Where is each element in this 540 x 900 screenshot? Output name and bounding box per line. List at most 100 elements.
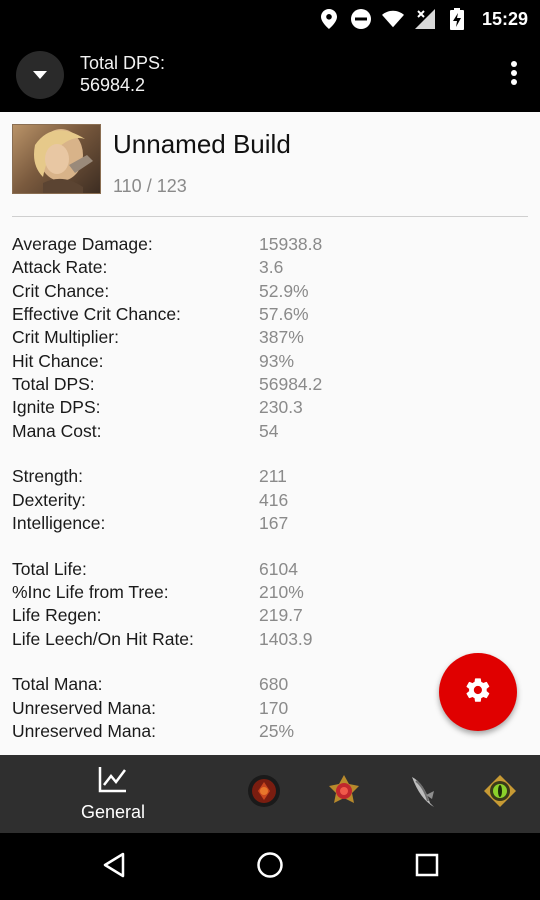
stat-value: 416 bbox=[259, 489, 289, 510]
stat-value: 54 bbox=[259, 420, 279, 441]
stat-row: Crit Multiplier: 387% bbox=[12, 326, 512, 349]
stat-label: Life Leech/On Hit Rate: bbox=[12, 628, 194, 649]
tab-skills[interactable] bbox=[244, 773, 284, 813]
stat-value: 230.3 bbox=[259, 397, 303, 418]
stat-row: %Inc Life from Tree: 210% bbox=[12, 581, 512, 604]
stat-row: Unreserved Mana: 170 bbox=[12, 697, 512, 720]
stat-row: Total DPS: 56984.2 bbox=[12, 373, 512, 396]
divider bbox=[12, 216, 528, 217]
attribute-stats: Strength: 211 Dexterity: 416 Intelligence:… bbox=[12, 465, 512, 535]
app-bar: Total DPS: 56984.2 bbox=[0, 38, 540, 112]
stat-row: Crit Chance: 52.9% bbox=[12, 280, 512, 303]
no-signal-icon bbox=[414, 8, 436, 30]
app-title-label: Total DPS: bbox=[80, 53, 166, 73]
stat-value: 6104 bbox=[259, 558, 298, 579]
stat-label: Dexterity: bbox=[12, 489, 86, 510]
home-button[interactable] bbox=[252, 849, 288, 885]
stat-value: 15938.8 bbox=[259, 234, 323, 255]
battery-charging-icon bbox=[446, 8, 468, 30]
collapse-button[interactable] bbox=[16, 51, 64, 99]
recents-button[interactable] bbox=[409, 849, 445, 885]
wifi-icon bbox=[381, 8, 404, 30]
overflow-menu-button[interactable] bbox=[502, 57, 526, 93]
more-vert-icon bbox=[511, 60, 517, 90]
offense-stats: Average Damage: 15938.8 Attack Rate: 3.6 C… bbox=[12, 233, 512, 443]
status-icons: 15:29 bbox=[318, 0, 528, 38]
bottom-navigation: General bbox=[0, 755, 540, 833]
tab-general[interactable]: General bbox=[72, 765, 154, 825]
status-time: 15:29 bbox=[481, 8, 528, 29]
stat-row: Mana Cost: 54 bbox=[12, 419, 512, 442]
skill-gem-icon bbox=[246, 773, 282, 814]
do-not-disturb-icon bbox=[350, 8, 372, 30]
character-portrait bbox=[12, 124, 101, 194]
tab-jewels[interactable] bbox=[480, 773, 520, 813]
stat-row: Intelligence: 167 bbox=[12, 512, 512, 535]
stat-label: Attack Rate: bbox=[12, 257, 108, 278]
back-triangle-icon bbox=[103, 852, 125, 883]
stat-label: Crit Chance: bbox=[12, 280, 110, 301]
stat-value: 93% bbox=[259, 350, 295, 371]
stat-row: Ignite DPS: 230.3 bbox=[12, 396, 512, 419]
stat-label: %Inc Life from Tree: bbox=[12, 582, 169, 602]
item-gear-icon bbox=[404, 773, 440, 814]
stat-row: Hit Chance: 93% bbox=[12, 349, 512, 372]
stat-row: Unreserved Mana: 25% bbox=[12, 720, 512, 743]
stat-row: Life Regen: 219.7 bbox=[12, 604, 512, 627]
settings-fab[interactable] bbox=[439, 653, 517, 731]
stat-row: Attack Rate: 3.6 bbox=[12, 256, 512, 279]
stat-value: 680 bbox=[259, 674, 289, 695]
life-stats: Total Life: 6104 %Inc Life from Tree: 210%… bbox=[12, 558, 512, 651]
stat-label: Intelligence: bbox=[12, 512, 106, 533]
back-button[interactable] bbox=[96, 849, 132, 885]
stat-value: 56984.2 bbox=[259, 373, 323, 394]
stat-label: Mana Cost: bbox=[12, 420, 102, 441]
stat-row: Total Life: 6104 bbox=[12, 558, 512, 581]
location-icon bbox=[318, 8, 340, 30]
stat-row: Average Damage: 15938.8 bbox=[12, 233, 512, 256]
tab-passives[interactable] bbox=[324, 773, 364, 813]
mana-stats: Total Mana: 680 Unreserved Mana: 170 Unres… bbox=[12, 673, 512, 743]
stat-value: 57.6% bbox=[259, 304, 309, 325]
build-level: 110 / 123 bbox=[113, 176, 187, 196]
stat-label: Strength: bbox=[12, 466, 84, 487]
stat-value: 219.7 bbox=[259, 605, 303, 626]
stat-row: Dexterity: 416 bbox=[12, 488, 512, 511]
stat-value: 167 bbox=[259, 512, 289, 533]
stat-label: Unreserved Mana: bbox=[12, 720, 156, 741]
stat-label: Crit Multiplier: bbox=[12, 327, 119, 348]
stats-list: Average Damage: 15938.8 Attack Rate: 3.6 C… bbox=[12, 233, 512, 743]
stat-value: 210% bbox=[259, 582, 304, 602]
stat-value: 52.9% bbox=[259, 280, 309, 301]
chevron-down-icon bbox=[33, 66, 47, 84]
jewel-icon bbox=[482, 773, 518, 814]
app-title: Total DPS: 56984.2 bbox=[80, 52, 165, 96]
settings-gear-icon bbox=[464, 676, 492, 709]
passive-tree-icon bbox=[326, 773, 362, 814]
status-bar: 15:29 bbox=[0, 0, 540, 38]
tab-general-label: General bbox=[80, 802, 146, 822]
build-name: Unnamed Build bbox=[113, 129, 291, 159]
stat-value: 170 bbox=[259, 697, 289, 718]
recents-square-icon bbox=[415, 853, 439, 882]
stat-label: Average Damage: bbox=[12, 234, 153, 255]
stat-row: Life Leech/On Hit Rate: 1403.9 bbox=[12, 627, 512, 650]
line-chart-icon bbox=[98, 765, 128, 798]
tab-items[interactable] bbox=[402, 773, 442, 813]
stat-label: Total DPS: bbox=[12, 373, 95, 394]
stat-label: Effective Crit Chance: bbox=[12, 304, 181, 325]
stat-label: Hit Chance: bbox=[12, 350, 104, 371]
stat-row: Total Mana: 680 bbox=[12, 673, 512, 696]
stat-value: 3.6 bbox=[259, 257, 284, 278]
stat-label: Total Life: bbox=[12, 558, 87, 579]
stat-label: Unreserved Mana: bbox=[12, 697, 156, 718]
stat-label: Total Mana: bbox=[12, 674, 103, 695]
stat-label: Ignite DPS: bbox=[12, 397, 101, 418]
stat-value: 387% bbox=[259, 327, 304, 348]
stat-value: 1403.9 bbox=[259, 628, 313, 649]
stat-value: 211 bbox=[259, 466, 287, 487]
home-circle-icon bbox=[256, 851, 284, 884]
